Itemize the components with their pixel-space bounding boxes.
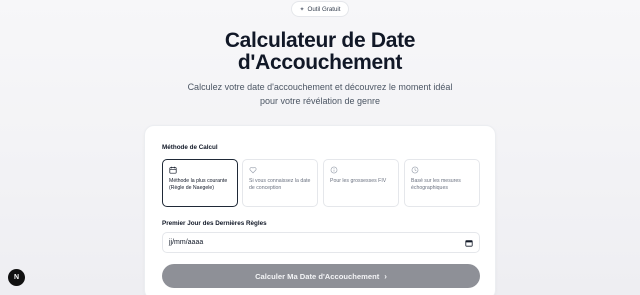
calendar-icon — [169, 166, 177, 174]
submit-label: Calculer Ma Date d'Accouchement — [255, 271, 380, 281]
sparkle-icon: ✦ — [299, 6, 305, 13]
page-title: Calculateur de Date d'Accouchement — [0, 30, 640, 74]
method-option-label: Méthode la plus courante (Règle de Naege… — [169, 178, 228, 191]
lmp-label: Premier Jour des Dernières Règles — [162, 220, 267, 227]
method-option-ultrasound[interactable]: Basé sur les mesures échographiques — [404, 159, 480, 207]
chevron-right-icon: › — [384, 271, 387, 281]
calculate-due-date-button[interactable]: Calculer Ma Date d'Accouchement › — [162, 264, 480, 288]
method-option-conception[interactable]: Si vous connaissez la date de conception — [242, 159, 318, 207]
method-option-naegele[interactable]: Méthode la plus courante (Règle de Naege… — [162, 159, 238, 207]
date-placeholder: jj/mm/aaaa — [169, 239, 204, 246]
page-title-line-1: Calculateur de Date — [224, 29, 416, 52]
free-tool-badge: ✦ Outil Gratuit — [291, 1, 349, 17]
clock-icon — [411, 166, 419, 174]
calendar-picker-icon[interactable] — [465, 239, 473, 247]
page-title-line-2: d'Accouchement — [237, 51, 403, 74]
page-subtitle: Calculez votre date d'accouchement et dé… — [187, 82, 453, 106]
method-option-ivf[interactable]: Pour les grossesses FIV — [323, 159, 399, 207]
method-option-label: Pour les grossesses FIV — [330, 178, 387, 184]
badge-label: Outil Gratuit — [307, 5, 341, 13]
heart-icon — [249, 167, 257, 174]
calculator-card: Méthode de Calcul Méthode la plus couran… — [144, 125, 496, 295]
app-logo-button[interactable]: N — [8, 269, 25, 286]
method-option-label: Basé sur les mesures échographiques — [411, 178, 461, 191]
info-circle-icon — [330, 166, 338, 174]
method-option-label: Si vous connaissez la date de conception — [249, 178, 311, 191]
method-label: Méthode de Calcul — [162, 144, 218, 151]
lmp-date-input[interactable]: jj/mm/aaaa — [162, 232, 480, 253]
